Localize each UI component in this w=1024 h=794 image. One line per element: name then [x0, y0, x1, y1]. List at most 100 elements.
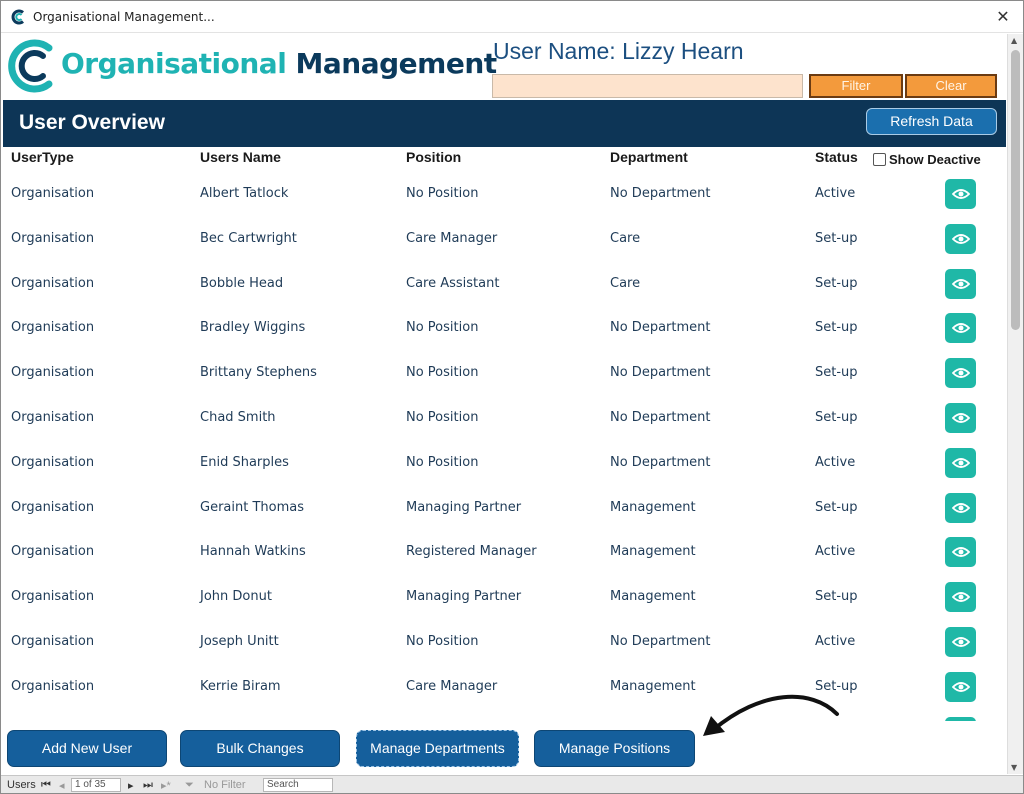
cell-status: Set-up [815, 499, 858, 515]
eye-icon[interactable] [945, 179, 976, 209]
first-record-icon[interactable]: ⏮ [41, 779, 51, 792]
eye-icon[interactable] [945, 447, 976, 478]
eye-icon[interactable] [945, 313, 976, 344]
eye-icon[interactable] [945, 492, 976, 523]
column-header-department: Department [610, 149, 688, 165]
window-title: Organisational Management... [33, 10, 215, 24]
eye-icon[interactable] [945, 582, 976, 613]
cell-position: Managing Partner [406, 499, 522, 515]
cell-status: Set-up [815, 410, 858, 425]
cell-status: Active [815, 544, 856, 560]
record-counter[interactable]: 1 of 35 [71, 778, 121, 792]
scroll-thumb[interactable] [1011, 50, 1020, 330]
cell-status: Set-up [815, 365, 858, 381]
table-row: Organisation Brittany Stephens No Position… [3, 350, 1005, 395]
table-row: Organisation Albert Tatlock No Position No … [3, 171, 1005, 216]
app-window: Organisational Management... ✕ Organisat… [0, 0, 1024, 794]
show-deactive-label: Show Deactive [889, 152, 981, 167]
app-logo-icon [11, 9, 24, 25]
clear-button[interactable]: Clear [905, 74, 997, 98]
cell-position: Care Manager [406, 678, 498, 694]
cell-department: Management [610, 544, 696, 560]
cell-department: No Department [610, 634, 711, 649]
table-row: Organisation Kerrie Biram Care Manager Mana… [3, 664, 1005, 709]
scroll-up-icon[interactable]: ▲ [1011, 36, 1017, 45]
cell-position: No Position [406, 320, 479, 336]
cell-status: Set-up [815, 589, 858, 605]
prev-record-icon[interactable]: ◂ [59, 779, 65, 792]
eye-icon[interactable] [945, 537, 976, 568]
cell-name: Brittany Stephens [200, 365, 317, 381]
close-icon[interactable]: ✕ [991, 5, 1015, 29]
search-input[interactable]: Search [263, 778, 333, 792]
cell-status: Active [815, 186, 856, 201]
eye-icon[interactable] [945, 671, 976, 702]
manage-positions-button[interactable]: Manage Positions [534, 730, 695, 767]
cell-position: Registered Manager [406, 544, 537, 560]
add-new-user-button[interactable]: Add New User [7, 730, 167, 767]
cell-usertype: Organisation [11, 589, 95, 605]
table-row: Organisation Geraint Thomas Managing Partn… [3, 485, 1005, 530]
cell-name: Kerrie Biram [200, 678, 281, 694]
cell-name: Bobble Head [200, 275, 284, 291]
cell-usertype: Organisation [11, 320, 95, 336]
cell-department: Care [610, 275, 641, 291]
cell-usertype: Organisation [11, 230, 95, 246]
filter-state[interactable]: No Filter [204, 779, 246, 791]
cell-usertype: Organisation [11, 410, 95, 425]
eye-icon[interactable] [945, 403, 976, 433]
filter-input[interactable] [492, 74, 803, 98]
vertical-scrollbar[interactable]: ▲ ▼ [1007, 34, 1023, 774]
cell-name: Albert Tatlock [200, 186, 289, 201]
cell-name: Chad Smith [200, 410, 276, 425]
eye-icon[interactable] [945, 627, 976, 657]
eye-icon[interactable] [945, 716, 976, 721]
brand-wordmark: Organisational Management [61, 47, 497, 80]
next-record-icon[interactable]: ▸ [128, 779, 134, 792]
brand-word-organisational: Organisational [61, 47, 287, 80]
cell-name: Geraint Thomas [200, 499, 304, 515]
column-header-status: Status [815, 149, 858, 165]
record-navigation-bar: Users ⏮ ◂ 1 of 35 ▸ ⏭ ▸* ⏷ No Filter Sea… [1, 775, 1023, 793]
last-record-icon[interactable]: ⏭ [143, 779, 153, 792]
show-deactive-toggle[interactable]: Show Deactive [873, 152, 981, 167]
nav-label: Users [7, 779, 36, 791]
cell-usertype: Organisation [11, 365, 95, 381]
show-deactive-checkbox[interactable] [873, 153, 886, 166]
new-record-icon[interactable]: ▸* [161, 779, 171, 792]
cell-position: Care Manager [406, 230, 498, 246]
cell-position: No Position [406, 634, 479, 649]
cell-position: No Position [406, 186, 479, 201]
cell-position: No Position [406, 410, 479, 425]
cell-status: Active [815, 634, 856, 649]
cell-usertype: Organisation [11, 186, 95, 201]
cell-usertype: Organisation [11, 499, 95, 515]
eye-icon[interactable] [945, 358, 976, 389]
manage-departments-button[interactable]: Manage Departments [356, 730, 519, 767]
cell-department: Care [610, 230, 641, 246]
cell-position: Managing Partner [406, 589, 522, 605]
table-row: Organisation Bec Cartwright Care Manager Ca… [3, 216, 1005, 261]
table-row: Organisation Bobble Head Care Assistant Car… [3, 261, 1005, 306]
brand-word-management: Management [295, 47, 498, 80]
page-title: User Overview [19, 111, 165, 134]
eye-icon[interactable] [945, 223, 976, 254]
bulk-changes-button[interactable]: Bulk Changes [180, 730, 340, 767]
table-row: Organisation John Donut Managing Partner Ma… [3, 574, 1005, 619]
table-row: Organisation Chad Smith No Position No Depa… [3, 395, 1005, 440]
refresh-data-button[interactable]: Refresh Data [866, 108, 997, 135]
filter-icon: ⏷ [185, 779, 194, 791]
cell-name: Bradley Wiggins [200, 320, 306, 336]
cell-usertype: Organisation [11, 634, 95, 649]
cell-usertype: Organisation [11, 544, 95, 560]
filter-button[interactable]: Filter [809, 74, 903, 98]
cell-status: Set-up [815, 320, 858, 336]
column-header-position: Position [406, 149, 462, 165]
cell-usertype: Organisation [11, 678, 95, 694]
eye-icon[interactable] [945, 268, 976, 299]
cell-name: Hannah Watkins [200, 544, 306, 560]
cell-status: Active [815, 454, 856, 470]
cell-position: Care Assistant [406, 275, 500, 291]
scroll-down-icon[interactable]: ▼ [1011, 763, 1017, 772]
arrow-annotation-icon [703, 694, 839, 736]
